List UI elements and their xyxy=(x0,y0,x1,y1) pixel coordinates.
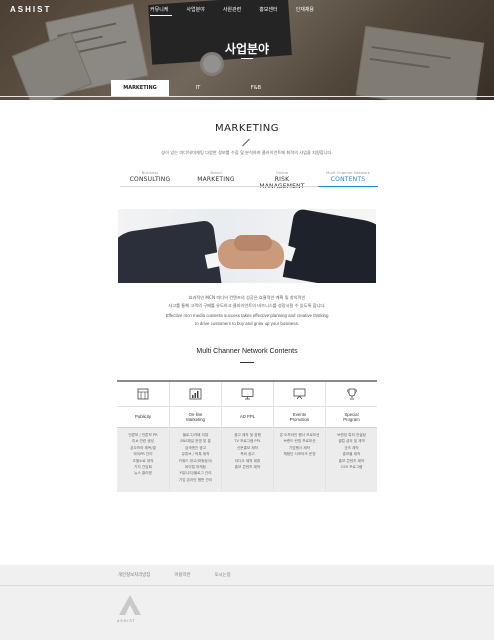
section-title: MARKETING xyxy=(214,123,280,134)
hero-banner: ASHIST 커뮤니케 사업분야 사원관련 홍보센터 인재채용 사업분야 MAR… xyxy=(0,0,494,100)
category-label: MARKETING xyxy=(197,176,235,183)
footer-divider xyxy=(0,585,494,586)
page-title: 사업분야 xyxy=(224,42,270,56)
category-label: CONSULTING xyxy=(129,176,171,183)
footer-logo-icon xyxy=(119,595,141,615)
service-column-events: Events Promotion 온·오프라인 행사 프로모션 브랜드 런칭 프로… xyxy=(273,382,325,492)
category-subtitle: Online xyxy=(275,170,289,175)
category-risk-management[interactable]: Online RISK MANAGEMENT xyxy=(252,170,312,190)
service-item: 홍보 콘텐츠 제작 xyxy=(234,465,261,470)
category-label: RISK MANAGEMENT xyxy=(259,176,304,190)
footer-link-privacy[interactable]: 개인정보처리방침 xyxy=(118,572,150,578)
menu-item-recruit[interactable]: 인재채용 xyxy=(296,6,314,13)
service-column-ad-ppl: AD PPL 광고 제작 및 집행 TV 프로그램 PPL 신문홍보 제작 옥외 광고… xyxy=(221,382,273,492)
footer: 개인정보처리방침 이용약관 오시는길 ASHIST xyxy=(0,565,494,640)
category-marketing[interactable]: Brand MARKETING xyxy=(186,170,246,190)
footer-link-directions[interactable]: 오시는길 xyxy=(215,572,231,578)
category-tabs: Business CONSULTING Brand MARKETING Onli… xyxy=(120,170,378,190)
category-active-indicator xyxy=(318,186,378,187)
star-grid-icon xyxy=(117,382,169,406)
title-slash xyxy=(242,138,250,147)
site-logo[interactable]: ASHIST xyxy=(10,5,51,14)
monitor-icon xyxy=(222,382,273,406)
service-items: 언론보 / 언론보 PR 미# 관련 생성 온오프라 제목/결 하이PR 관리 조별소로… xyxy=(117,428,169,492)
category-consulting[interactable]: Business CONSULTING xyxy=(120,170,180,190)
category-subtitle: Multi Channer Network xyxy=(326,170,370,175)
mcn-section-title: Multi Channer Network Contents xyxy=(196,348,298,355)
menu-item-employee[interactable]: 사원관련 xyxy=(223,6,241,13)
main-menu: 커뮤니케 사업분야 사원관련 홍보센터 인재채용 xyxy=(150,6,314,13)
footer-link-terms[interactable]: 이용약관 xyxy=(174,572,190,578)
tab-divider xyxy=(0,96,494,97)
mcn-services-table: Publicity 언론보 / 언론보 PR 미# 관련 생성 온오프라 제목/결 하… xyxy=(117,380,377,494)
menu-item-business[interactable]: 사업분야 xyxy=(186,6,204,13)
service-label: On-line Marketing xyxy=(170,406,221,428)
title-divider xyxy=(241,58,253,59)
footer-links: 개인정보처리방침 이용약관 오시는길 xyxy=(118,572,231,578)
service-items: 온·오프라인 행사 프로모션 브랜드 런칭 프로모션 기업행사 제작 체험단 서포터즈… xyxy=(274,428,325,492)
bar-chart-icon xyxy=(170,382,221,406)
service-column-publicity: Publicity 언론보 / 언론보 PR 미# 관련 생성 온오프라 제목/결 하… xyxy=(117,382,169,492)
mcn-title-divider xyxy=(240,362,254,363)
description-korean: 효과적인 MCN 미디어 컨텐츠의 성공은 효율적인 계획 및 창의적인 사고를… xyxy=(168,295,326,308)
category-contents[interactable]: Multi Channer Network CONTENTS xyxy=(318,170,378,190)
service-item: 기업 온라인 평판 관리 xyxy=(178,477,213,482)
handshake-photo xyxy=(118,209,376,283)
category-subtitle: Business xyxy=(141,170,159,175)
tab-fnb[interactable]: F&B xyxy=(227,80,285,96)
service-column-online-marketing: On-line Marketing 블로그/카페 리뷰 SNS채널 운영 및 홍검… xyxy=(169,382,221,492)
presentation-icon xyxy=(274,382,325,406)
category-subtitle: Brand xyxy=(210,170,222,175)
menu-active-indicator xyxy=(150,15,172,16)
service-items: 광고 제작 및 집행 TV 프로그램 PPL 신문홍보 제작 옥외 광고 라디오 제작 … xyxy=(222,428,273,492)
service-column-special: Special Program 브랜딩 특허 컨설팅 셀럽 섭외 및 계약 굿즈 제… xyxy=(325,382,377,492)
top-navigation: ASHIST 커뮤니케 사업분야 사원관련 홍보센터 인재채용 xyxy=(0,0,494,20)
category-label: CONTENTS xyxy=(330,176,366,183)
footer-logo-text: ASHIST xyxy=(117,619,136,623)
tab-it[interactable]: IT xyxy=(169,80,227,96)
section-description: 성이 있는 미디어/마케팅 다양한 정보를 수집 및 분석하여 클라이언트에 최… xyxy=(161,150,333,155)
sub-tabs: MARKETING IT F&B xyxy=(111,80,285,96)
service-label: Special Program xyxy=(326,406,377,428)
trophy-icon xyxy=(326,382,377,406)
menu-item-pr-center[interactable]: 홍보센터 xyxy=(259,6,277,13)
tab-marketing[interactable]: MARKETING xyxy=(111,80,169,96)
service-items: 브랜딩 특허 컨설팅 셀럽 섭외 및 계약 굿즈 제작 홍보물 제작 홍보 콘텐츠 제작… xyxy=(326,428,377,492)
service-label: Publicity xyxy=(117,406,169,428)
service-item: CSR 프로그램 xyxy=(340,465,363,470)
service-item: 뉴스 클리핑 xyxy=(134,471,152,476)
service-label: Events Promotion xyxy=(274,406,325,428)
service-item: 체험단 서포터즈 운영 xyxy=(283,452,316,457)
service-items: 블로그/카페 리뷰 SNS채널 운영 및 홍 검색엔진 광고 유튜브 / 틱톡 제작 키… xyxy=(170,428,221,492)
menu-item-company[interactable]: 커뮤니케 xyxy=(150,6,168,13)
description-english: Effective mcn media contents success tak… xyxy=(165,313,329,326)
service-label: AD PPL xyxy=(222,406,273,428)
